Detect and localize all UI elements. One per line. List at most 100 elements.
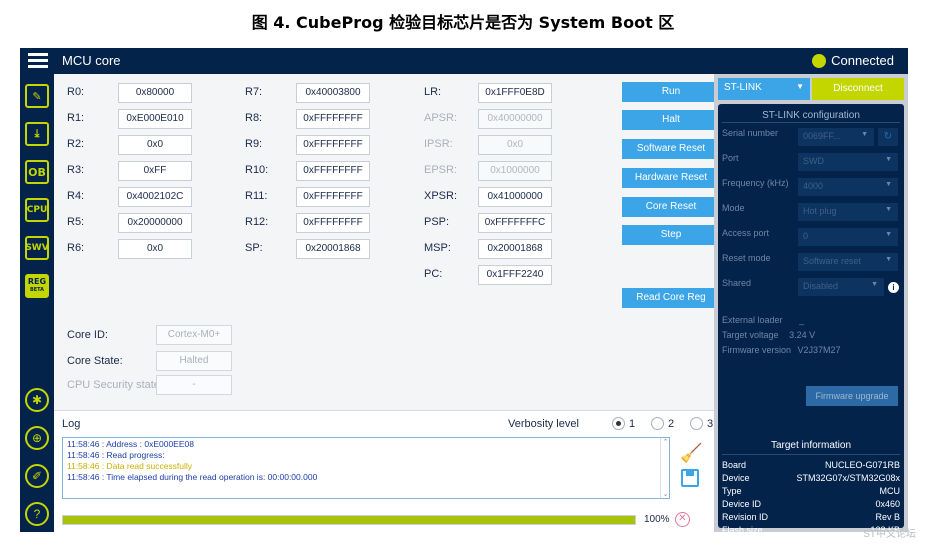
register-panel: R0: 0x80000 R1: 0xE000E010 R2: 0x0 R3: 0… (54, 74, 720, 410)
reg-label-sp: SP: (245, 242, 263, 254)
connected-indicator-icon (812, 53, 827, 68)
mode-select: Hot plug ▼ (798, 203, 898, 221)
download-icon[interactable]: ⤓ (25, 122, 49, 146)
reg-value-r8[interactable]: 0xFFFFFFFF (296, 109, 370, 129)
settings-icon[interactable]: ✐ (25, 464, 49, 488)
help-icon[interactable]: ? (25, 502, 49, 526)
reg-value-r3[interactable]: 0xFF (118, 161, 192, 181)
log-scrollbar[interactable]: ⌃ ⌄ (660, 438, 670, 498)
stlink-config-panel: ST-LINK configuration Serial number 0069… (718, 104, 904, 548)
target-voltage-label: Target voltage 3.24 V (722, 330, 816, 340)
reg-value-psp[interactable]: 0xFFFFFFFC (478, 213, 552, 233)
scroll-down-icon[interactable]: ⌄ (661, 490, 670, 498)
reg-label-apsr: APSR: (424, 112, 458, 124)
edit-icon[interactable]: ✎ (25, 84, 49, 108)
log-output[interactable]: 11:58:46 : Address : 0xE000EE08 11:58:46… (62, 437, 670, 499)
reg-value-sp[interactable]: 0x20001868 (296, 239, 370, 259)
reg-value-r12[interactable]: 0xFFFFFFFF (296, 213, 370, 233)
reg-label-xpsr: XPSR: (424, 190, 458, 202)
title-bar: MCU core Connected (20, 48, 908, 74)
figure-title: 图 4. CubeProg 检验目标芯片是否为 System Boot 区 (251, 13, 675, 32)
reg-label-r0: R0: (67, 86, 85, 98)
sidebar-item-cpu[interactable]: CPU (25, 198, 49, 222)
log-line: 11:58:46 : Read progress: (67, 450, 165, 460)
reg-value-r6[interactable]: 0x0 (118, 239, 192, 259)
reg-label-r4: R4: (67, 190, 85, 202)
serial-number-select: 0069FF... ▼ (798, 128, 874, 146)
scroll-up-icon[interactable]: ⌃ (661, 438, 670, 446)
core-id-label: Core ID: (67, 329, 108, 341)
reg-value-r2[interactable]: 0x0 (118, 135, 192, 155)
cancel-icon[interactable]: ✕ (675, 512, 690, 527)
refresh-icon: ↻ (878, 128, 898, 146)
config-title: ST-LINK configuration (762, 110, 860, 121)
access-port-select: 0 ▼ (798, 228, 898, 246)
hardware-reset-button[interactable]: Hardware Reset (622, 168, 720, 188)
reg-value-xpsr[interactable]: 0x41000000 (478, 187, 552, 207)
info-icon[interactable]: i (888, 282, 899, 293)
reg-value-ipsr: 0x0 (478, 135, 552, 155)
target-info-title: Target information (770, 440, 852, 451)
progress-percent: 100% (644, 514, 670, 525)
verbosity-radio-3[interactable] (690, 417, 703, 430)
reg-value-lr[interactable]: 0x1FFF0E8D (478, 83, 552, 103)
divider (722, 454, 900, 455)
security-icon[interactable]: ⊕ (25, 426, 49, 450)
verbosity-radio-2[interactable] (651, 417, 664, 430)
reg-label-r12: R12: (245, 216, 269, 228)
reg-value-r5[interactable]: 0x20000000 (118, 213, 192, 233)
frequency-select: 4000 ▼ (798, 178, 898, 196)
probe-select[interactable]: ST-LINK ▼ (718, 78, 810, 100)
sidebar: ✎ ⤓ OB CPU SWV REG BETA ✱ ⊕ ✐ ? (20, 74, 54, 532)
reg-value-r9[interactable]: 0xFFFFFFFF (296, 135, 370, 155)
reg-value-r7[interactable]: 0x40003800 (296, 83, 370, 103)
sidebar-item-ob[interactable]: OB (25, 160, 49, 184)
reg-label-r11: R11: (245, 190, 268, 202)
reg-value-pc[interactable]: 0x1FFF2240 (478, 265, 552, 285)
core-reset-button[interactable]: Core Reset (622, 197, 720, 217)
sidebar-item-swv[interactable]: SWV (25, 236, 49, 260)
reg-label-r8: R8: (245, 112, 263, 124)
reg-value-r0[interactable]: 0x80000 (118, 83, 192, 103)
verbosity-radio-1-label: 1 (629, 418, 636, 430)
halt-button[interactable]: Halt (622, 110, 720, 130)
reg-value-r11[interactable]: 0xFFFFFFFF (296, 187, 370, 207)
reg-value-apsr: 0x40000000 (478, 109, 552, 129)
divider (722, 122, 900, 123)
read-core-reg-button[interactable]: Read Core Reg (622, 288, 720, 308)
beta-bug-icon[interactable]: ✱ (25, 388, 49, 412)
firmware-upgrade-button: Firmware upgrade (806, 386, 898, 406)
disconnect-button[interactable]: Disconnect (812, 78, 904, 100)
firmware-version-label: Firmware version V2J37M27 (722, 345, 841, 355)
step-button[interactable]: Step (622, 225, 720, 245)
save-log-icon[interactable] (681, 469, 699, 487)
shared-select: Disabled ▼ (798, 278, 884, 296)
cpu-security-label: CPU Security state: (67, 379, 163, 391)
core-id-value: Cortex-M0+ (156, 325, 232, 345)
clear-log-icon[interactable]: 🧹 (680, 443, 702, 464)
reg-label-lr: LR: (424, 86, 442, 98)
software-reset-button[interactable]: Software Reset (622, 139, 720, 159)
reg-value-r10[interactable]: 0xFFFFFFFF (296, 161, 370, 181)
shared-label: Shared (722, 278, 752, 288)
reg-value-epsr: 0x1000000 (478, 161, 552, 181)
reg-value-r1[interactable]: 0xE000E010 (118, 109, 192, 129)
port-label: Port (722, 153, 739, 163)
reg-label-pc: PC: (424, 268, 443, 280)
progress-fill (63, 516, 635, 524)
verbosity-radio-1[interactable] (612, 417, 625, 430)
run-button[interactable]: Run (622, 82, 720, 102)
menu-icon[interactable] (28, 53, 48, 69)
core-state-label: Core State: (67, 355, 123, 367)
reg-label-r1: R1: (67, 112, 85, 124)
log-panel: Log Verbosity level 1 2 3 11:58:46 : Add… (54, 410, 714, 532)
target-info-row: Board NUCLEO-G071RB (722, 460, 900, 470)
reg-label-r6: R6: (67, 242, 85, 254)
cpu-security-value: - (156, 375, 232, 395)
reg-value-msp[interactable]: 0x20001868 (478, 239, 552, 259)
external-loader-label: External loader _ (722, 315, 805, 325)
sidebar-item-reg[interactable]: REG BETA (25, 274, 49, 298)
stm32cubeprogrammer-window: MCU core Connected ✎ ⤓ OB CPU SWV REG BET… (20, 48, 908, 548)
verbosity-radio-3-label: 3 (707, 418, 714, 430)
reg-value-r4[interactable]: 0x4002102C (118, 187, 192, 207)
